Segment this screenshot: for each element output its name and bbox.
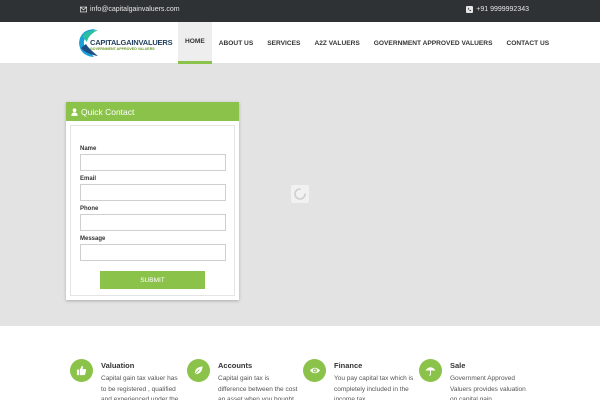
site-logo[interactable]: CAPITALGAINVALUERS GOVERNMENT APPROVED V… [74, 26, 194, 60]
nav-contact-us[interactable]: CONTACT US [499, 22, 556, 64]
quick-contact-form: Quick Contact Name Email Phone Message S… [66, 102, 239, 300]
feature-text: Capital gain tax is difference between t… [218, 375, 298, 400]
leaf-icon [194, 366, 203, 375]
feature-icon-circle [70, 359, 93, 382]
name-input[interactable] [80, 154, 226, 171]
quick-contact-title: Quick Contact [81, 106, 135, 117]
quick-contact-header: Quick Contact [66, 102, 239, 121]
message-input[interactable] [80, 244, 226, 261]
phone-input[interactable] [80, 214, 226, 231]
umbrella-icon [425, 367, 436, 376]
user-icon [71, 107, 78, 116]
topbar-email[interactable]: info@capitalgainvaluers.com [80, 6, 180, 13]
feature-icon-circle [303, 359, 326, 382]
message-label: Message [80, 236, 106, 242]
feature-text: Government Approved Valuers provides val… [450, 375, 526, 400]
topbar-phone-text: +91 9999992343 [476, 6, 529, 13]
envelope-icon [80, 6, 87, 13]
phone-label: Phone [80, 206, 99, 212]
nav-services[interactable]: SERVICES [260, 22, 307, 64]
features-section: Valuation Capital gain tax valuer has to… [0, 326, 600, 400]
submit-button[interactable]: SUBMIT [100, 271, 205, 289]
feature-icon-circle [187, 359, 210, 382]
feature-icon-circle [419, 359, 442, 382]
logo-name: CAPITALGAINVALUERS [90, 38, 173, 47]
feature-title: Valuation [101, 361, 135, 370]
nav-about-us[interactable]: ABOUT US [212, 22, 260, 64]
nav-home[interactable]: HOME [178, 22, 212, 64]
nav-government-approved-valuers[interactable]: GOVERNMENT APPROVED VALUERS [367, 22, 500, 64]
site-header: CAPITALGAINVALUERS GOVERNMENT APPROVED V… [0, 22, 600, 64]
nav-a2z-valuers[interactable]: A2Z VALUERS [307, 22, 366, 64]
eye-icon [309, 367, 320, 374]
feature-text: Capital gain tax valuer has to be regist… [101, 375, 179, 400]
email-label: Email [80, 176, 97, 182]
topbar-phone[interactable]: +91 9999992343 [466, 6, 529, 13]
quick-contact-body: Name Email Phone Message SUBMIT [70, 125, 235, 296]
top-bar: info@capitalgainvaluers.com +91 99999923… [0, 0, 600, 22]
feature-title: Accounts [218, 361, 253, 370]
loading-icon [294, 188, 306, 200]
loading-spinner [291, 185, 309, 203]
thumbs-up-icon [76, 365, 87, 376]
name-label: Name [80, 146, 97, 152]
feature-title: Sale [450, 361, 466, 370]
logo-tagline: GOVERNMENT APPROVED VALUERS [90, 47, 155, 51]
email-input[interactable] [80, 184, 226, 201]
main-nav: HOME ABOUT US SERVICES A2Z VALUERS GOVER… [178, 22, 556, 64]
topbar-email-text: info@capitalgainvaluers.com [90, 6, 180, 13]
feature-text: You pay capital tax which is completely … [334, 375, 414, 400]
feature-title: Finance [334, 361, 363, 370]
phone-icon [466, 6, 474, 13]
